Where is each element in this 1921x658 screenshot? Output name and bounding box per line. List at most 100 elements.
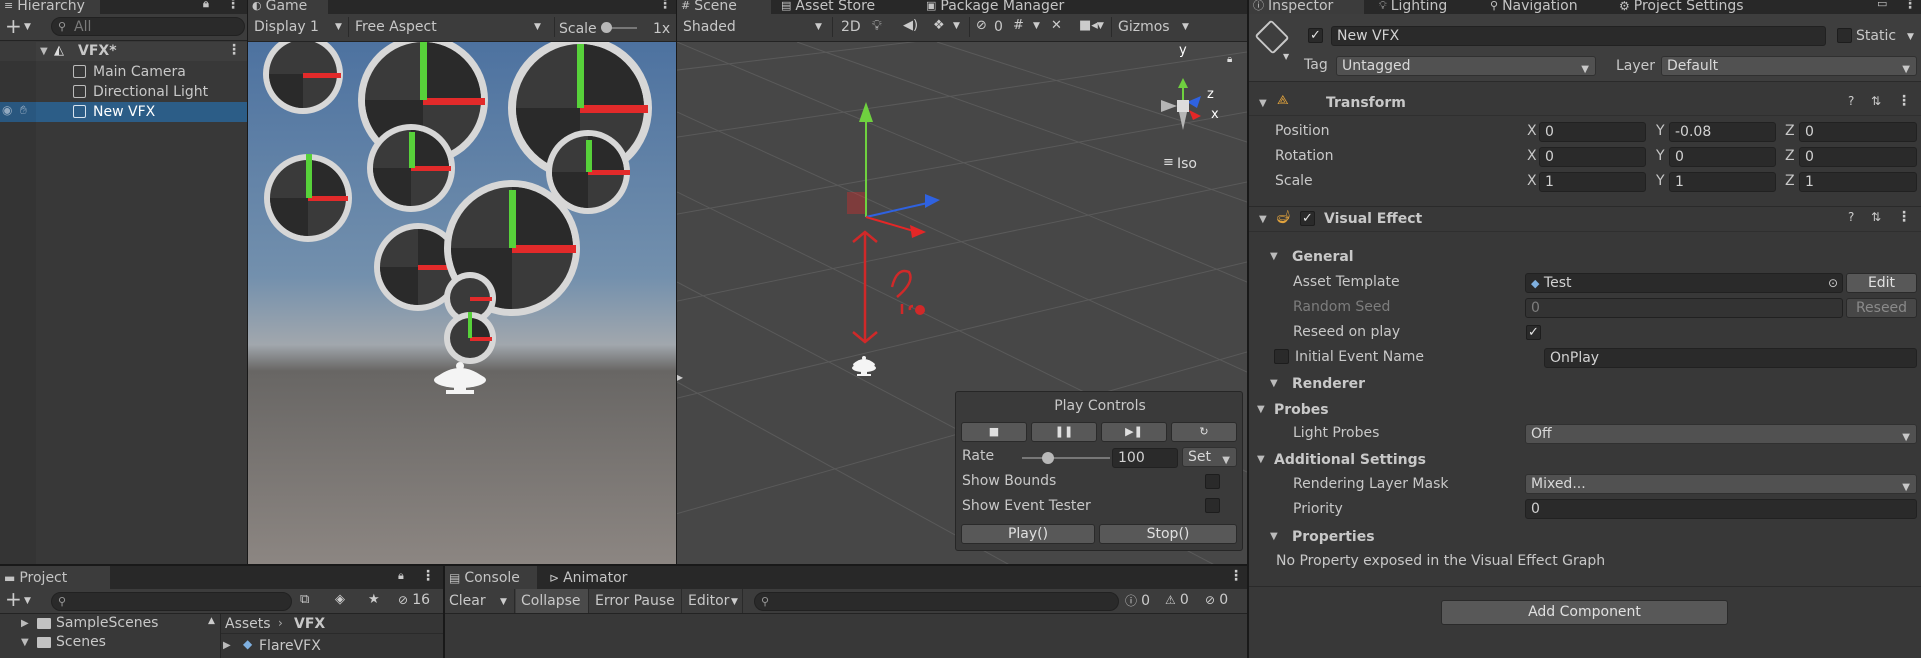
tab-inspector[interactable]: ⓘ Inspector (1249, 0, 1364, 14)
position-y-input[interactable]: -0.08 (1669, 122, 1776, 142)
tab-project[interactable]: ▬ Project (0, 566, 110, 589)
error-pause-toggle[interactable]: Error Pause (590, 589, 682, 613)
expand-arrow-icon[interactable]: ▼ (21, 637, 29, 648)
grid-toggle-icon[interactable]: # (1013, 18, 1024, 33)
gameobject-large-icon[interactable] (1254, 19, 1290, 55)
more-menu-icon[interactable]: ⋮ (1229, 568, 1243, 584)
scale-slider[interactable] (601, 22, 637, 33)
reseed-on-play-checkbox[interactable]: ✓ (1526, 325, 1541, 340)
transform-gizmo-y-arrow[interactable] (859, 102, 873, 122)
help-icon[interactable]: ? (1848, 94, 1854, 108)
filter-by-type-icon[interactable]: ⧉ (300, 592, 309, 607)
shading-mode-dropdown[interactable]: Shaded ▼ (681, 17, 827, 37)
collapse-arrow-icon[interactable]: ▼ (1270, 531, 1278, 542)
collapse-arrow-icon[interactable]: ▼ (1259, 214, 1267, 225)
projection-toggle[interactable]: ≡ Iso (1163, 155, 1223, 173)
more-menu-icon[interactable]: ⋮ (658, 0, 672, 11)
tab-navigation[interactable]: ⚲ Navigation (1486, 0, 1584, 14)
tab-hierarchy[interactable]: ≡ Hierarchy (0, 0, 100, 14)
breadcrumb-assets[interactable]: Assets (225, 615, 271, 633)
set-dropdown[interactable]: Set ▼ (1182, 447, 1237, 467)
probes-section-header[interactable]: ▼ Probes (1249, 399, 1921, 419)
transform-gizmo-plane[interactable] (847, 192, 865, 214)
expand-arrow-icon[interactable]: ▼ (40, 46, 48, 57)
editor-dropdown[interactable]: Editor ▼ (683, 589, 743, 613)
collapse-arrow-icon[interactable]: ▼ (1259, 98, 1267, 109)
visual-effect-enabled-checkbox[interactable]: ✓ (1300, 211, 1315, 226)
folder-item-scenes[interactable]: ▼ Scenes (0, 633, 219, 652)
aspect-dropdown[interactable]: Free Aspect ▼ (348, 17, 548, 37)
scale-x-input[interactable]: 1 (1539, 172, 1646, 192)
preset-icon[interactable]: ⇅ (1871, 94, 1881, 108)
visual-effect-header[interactable]: ▼ 🪔︎ ✓ Visual Effect ? ⇅ ⋮ (1249, 206, 1921, 232)
stop-play-button[interactable]: Stop() (1099, 524, 1237, 544)
properties-section-header[interactable]: ▼ Properties (1249, 526, 1921, 546)
initial-event-name-input[interactable]: OnPlay (1544, 348, 1917, 368)
lock-icon[interactable]: 🔒︎ (203, 0, 209, 10)
scene-orientation-gizmo[interactable] (1161, 78, 1201, 130)
chevron-down-icon[interactable]: ▼ (1097, 21, 1104, 31)
rate-slider[interactable] (1022, 452, 1110, 464)
maximize-icon[interactable]: ▭ (1877, 0, 1887, 10)
scene-viewport[interactable]: y z x 🔒︎ ≡ Iso ▸ Play Controls ■ ❚❚ ▶❚ ↻… (677, 42, 1247, 564)
more-menu-icon[interactable]: ⋮ (421, 568, 435, 584)
more-menu-icon[interactable]: ⋮ (227, 42, 241, 58)
scale-z-input[interactable]: 1 (1799, 172, 1917, 192)
initial-event-override-checkbox[interactable] (1274, 349, 1289, 364)
filter-by-label-icon[interactable]: ◈ (335, 592, 345, 607)
expand-arrow-icon[interactable]: ▶ (223, 640, 231, 651)
hidden-packages-toggle[interactable]: ⊘ 16 (398, 592, 442, 610)
add-icon[interactable]: + (5, 14, 22, 38)
pause-button[interactable]: ❚❚ (1031, 422, 1097, 442)
tab-asset-store[interactable]: ▤ Asset Store (777, 0, 881, 14)
chevron-down-icon[interactable]: ▼ (1283, 52, 1289, 61)
chevron-down-icon[interactable]: ▼ (1907, 32, 1914, 42)
lock-icon[interactable]: 🔒︎ (398, 569, 404, 583)
project-search-input[interactable]: ⚲ (51, 592, 292, 611)
add-icon[interactable]: + (5, 587, 22, 611)
chevron-down-icon[interactable]: ▼ (953, 21, 960, 31)
error-filter-toggle[interactable]: ⊘ 0 (1205, 592, 1243, 610)
hierarchy-search-input[interactable]: ⚲ All (51, 17, 245, 36)
tab-animator[interactable]: ⊳ Animator (545, 566, 633, 589)
layer-dropdown[interactable]: Default ▼ (1661, 56, 1917, 76)
hidden-objects-toggle[interactable]: ⊘ 0 (969, 17, 1005, 37)
collapse-arrow-icon[interactable]: ▼ (1270, 251, 1278, 262)
game-viewport[interactable] (248, 42, 676, 564)
object-picker-icon[interactable]: ⊙ (1828, 274, 1838, 292)
hierarchy-item-directional-light[interactable]: Directional Light (0, 82, 247, 102)
tab-scene[interactable]: # Scene (677, 0, 771, 14)
more-menu-icon[interactable]: ⋮ (1903, 0, 1917, 11)
favorites-star-icon[interactable]: ★ (368, 592, 380, 607)
step-button[interactable]: ▶❚ (1101, 422, 1167, 442)
more-menu-icon[interactable]: ⋮ (226, 0, 240, 11)
camera-icon[interactable]: ■◂ (1079, 18, 1098, 33)
position-z-input[interactable]: 0 (1799, 122, 1917, 142)
chevron-down-icon[interactable]: ▼ (24, 596, 31, 606)
more-menu-icon[interactable]: ⋮ (1897, 93, 1911, 109)
show-event-tester-checkbox[interactable] (1205, 498, 1220, 513)
active-checkbox[interactable]: ✓ (1308, 28, 1323, 43)
tab-package-manager[interactable]: ▣ Package Manager (922, 0, 1070, 14)
info-filter-toggle[interactable]: ⓘ 0 (1125, 592, 1163, 610)
static-checkbox[interactable] (1837, 28, 1852, 43)
renderer-section-header[interactable]: ▼ Renderer (1249, 373, 1921, 393)
hierarchy-item-new-vfx[interactable]: ◉ ✋︎ New VFX (0, 102, 247, 122)
collapse-arrow-icon[interactable]: ▼ (1257, 454, 1265, 465)
tab-lighting[interactable]: 💡︎ Lighting (1375, 0, 1453, 14)
more-menu-icon[interactable]: ⋮ (1897, 209, 1911, 225)
show-bounds-checkbox[interactable] (1205, 474, 1220, 489)
lock-icon[interactable]: 🔒︎ (1227, 54, 1232, 65)
transform-gizmo-x-axis[interactable] (865, 201, 933, 218)
transform-gizmo-x-arrow[interactable] (910, 225, 926, 238)
stop-button[interactable]: ■ (961, 422, 1027, 442)
collapse-arrow-icon[interactable]: ▼ (1270, 378, 1278, 389)
general-section-header[interactable]: ▼ General (1249, 246, 1921, 266)
edit-button[interactable]: Edit (1846, 273, 1917, 293)
transform-gizmo-z-arrow[interactable] (925, 194, 940, 208)
scale-y-input[interactable]: 1 (1669, 172, 1776, 192)
collapse-toggle[interactable]: Collapse (516, 589, 589, 613)
effects-toggle-icon[interactable]: ❖ (933, 18, 945, 33)
tab-console[interactable]: ▤ Console (445, 566, 537, 589)
transform-gizmo-x-axis-red[interactable] (865, 216, 918, 233)
